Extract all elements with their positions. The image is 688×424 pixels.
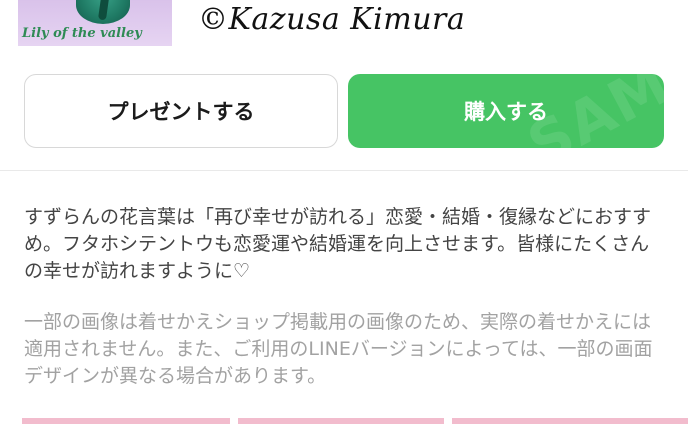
thumbnail-caption: Lily of the valley <box>22 26 142 41</box>
buy-button[interactable]: SAM 購入する <box>348 74 664 148</box>
disclaimer-text: 一部の画像は着せかえショップ掲載用の画像のため、実際の着せかえには適用されません… <box>24 311 653 387</box>
gift-button[interactable]: プレゼントする <box>24 74 338 148</box>
product-header: Lily of the valley ©Kazusa Kimura <box>0 0 688 60</box>
preview-image-3[interactable] <box>452 418 688 424</box>
buy-button-label: 購入する <box>464 100 548 124</box>
copyright-text: ©Kazusa Kimura <box>198 2 466 37</box>
section-divider <box>0 170 688 171</box>
product-description: すずらんの花言葉は「再び幸せが訪れる」恋愛・結婚・復縁などにおすすめ。フタホシテ… <box>24 206 652 282</box>
preview-image-2[interactable] <box>238 418 444 424</box>
product-thumbnail[interactable]: Lily of the valley <box>18 0 172 46</box>
preview-image-1[interactable] <box>22 418 230 424</box>
gift-button-label: プレゼントする <box>107 100 255 124</box>
